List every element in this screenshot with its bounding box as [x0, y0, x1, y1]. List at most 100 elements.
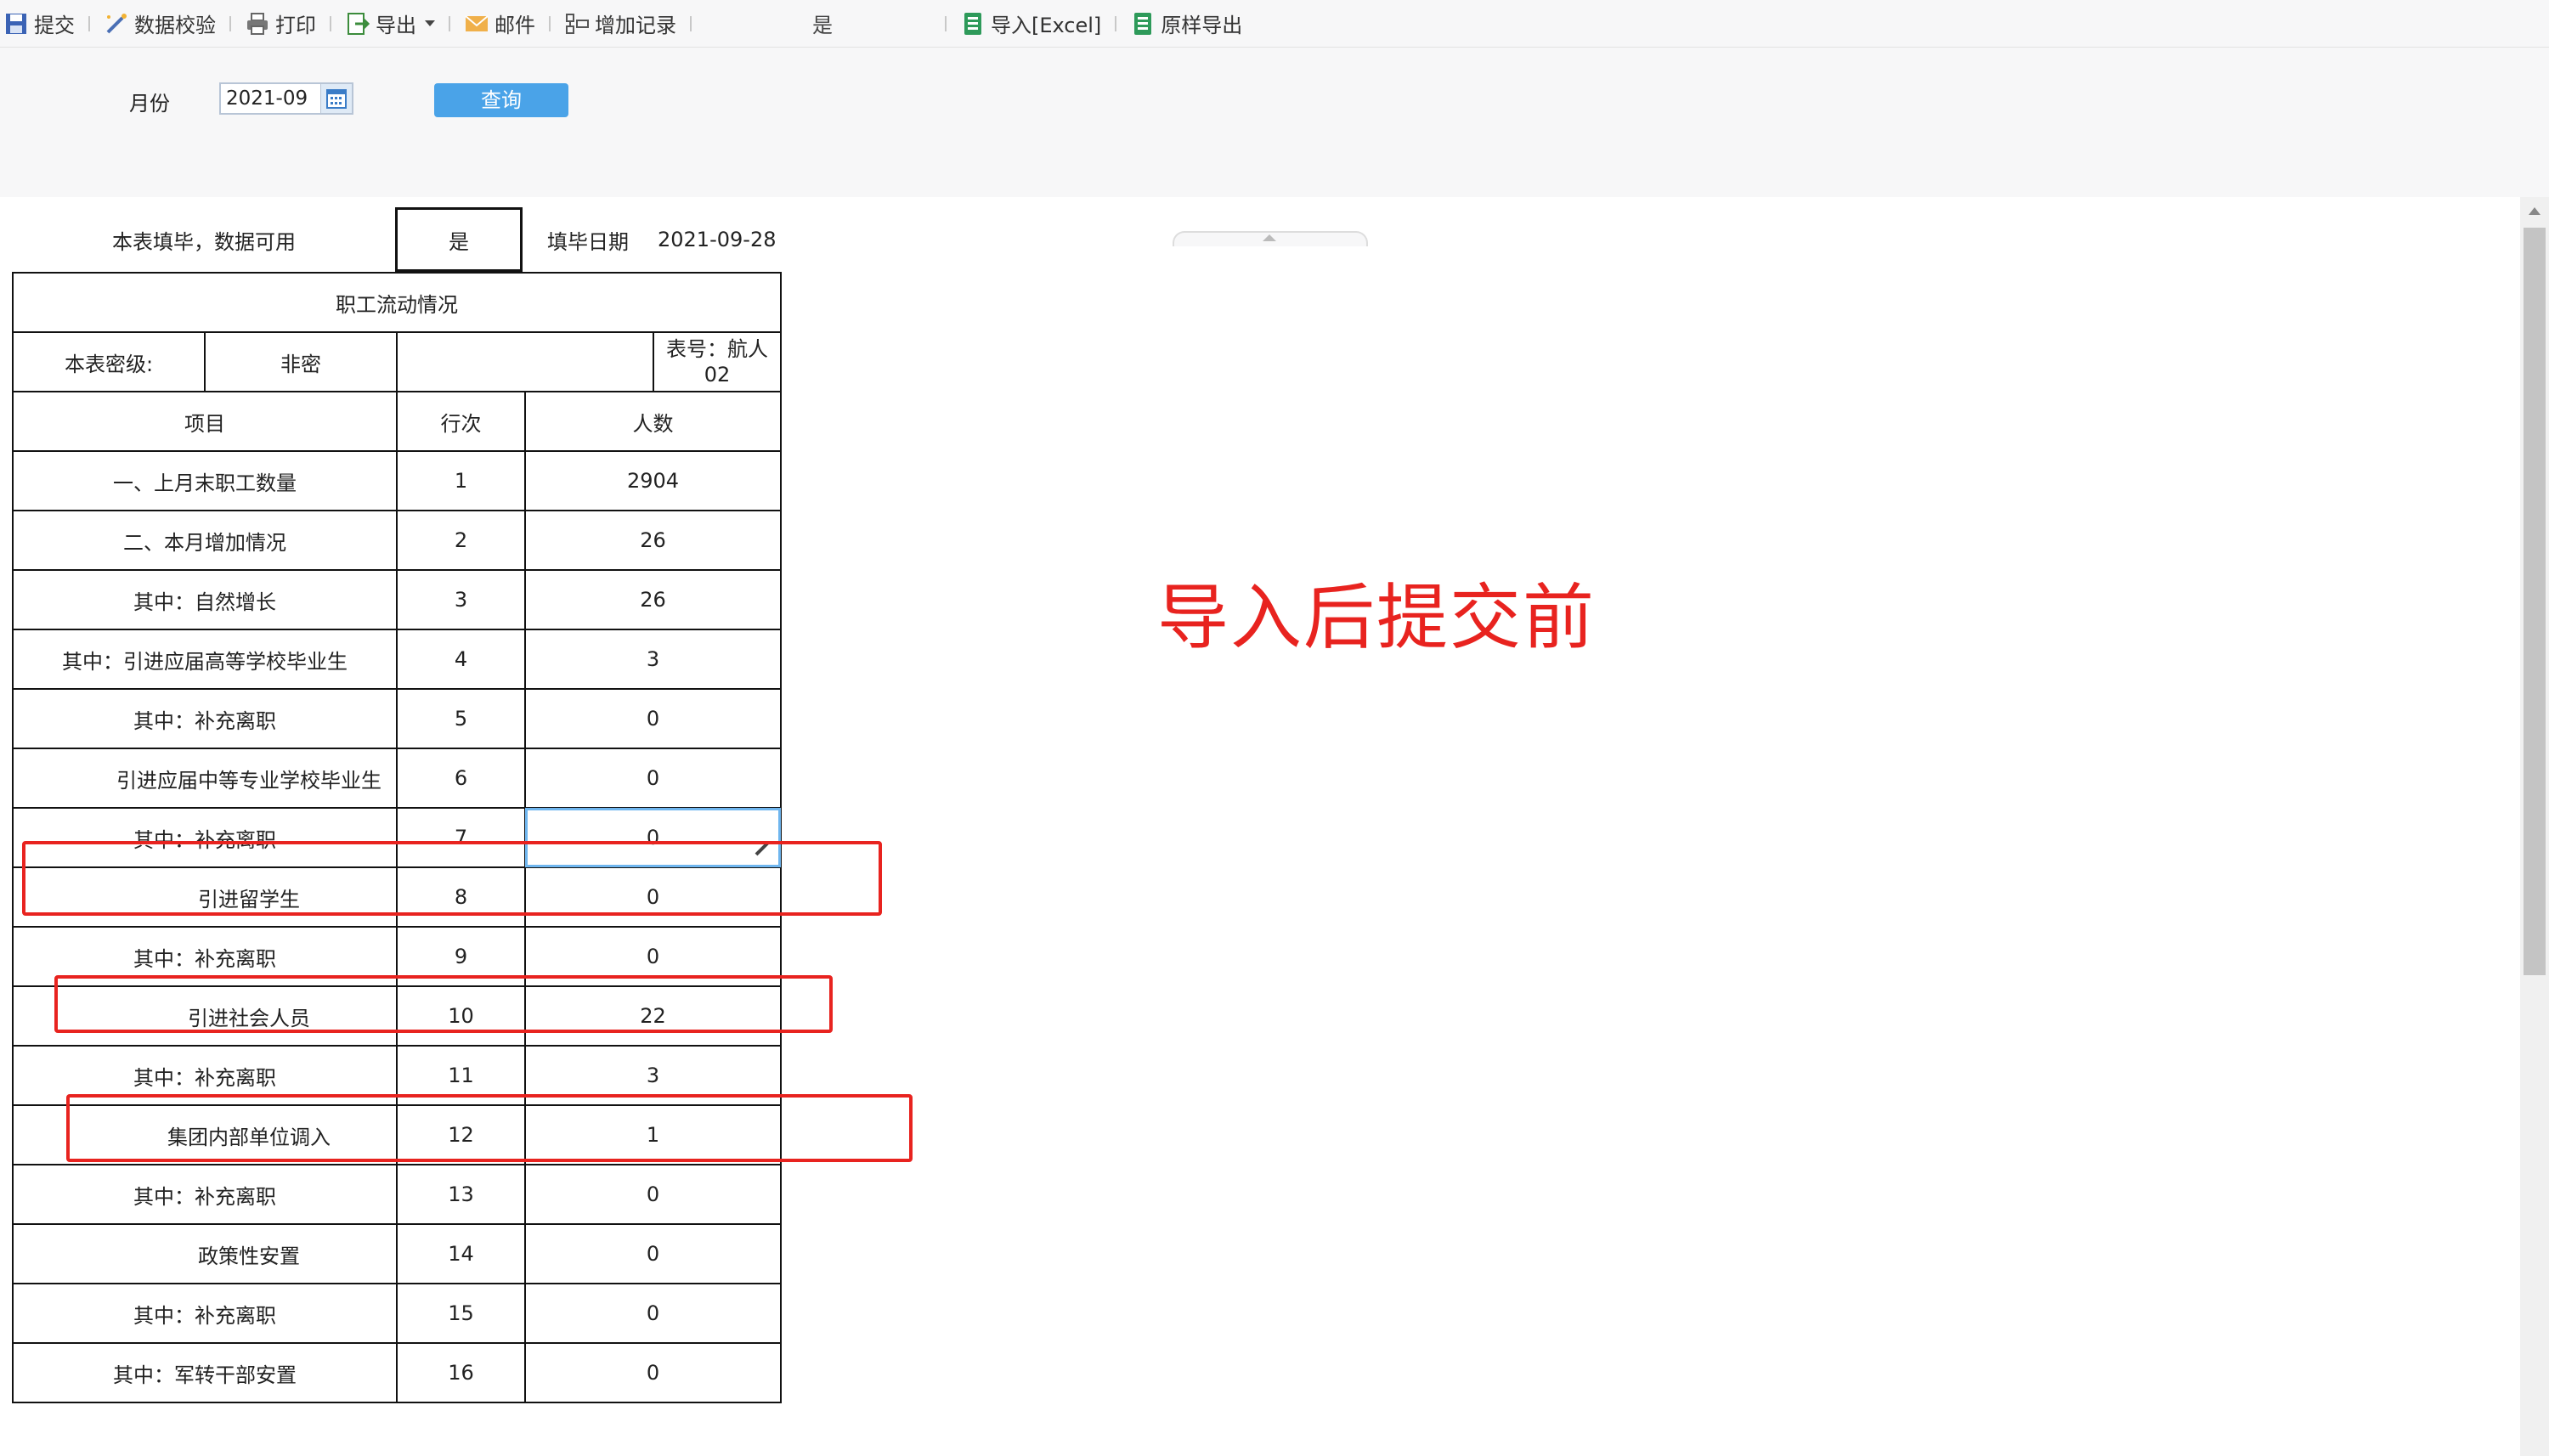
row-number: 16 [396, 1342, 526, 1403]
scrollbar-thumb[interactable] [2524, 228, 2546, 975]
annotation-box [22, 841, 882, 916]
table-row: 其中：军转干部安置 16 0 [12, 1342, 782, 1403]
add-record-button[interactable]: 增加记录 [561, 0, 680, 47]
mail-button[interactable]: 邮件 [461, 0, 539, 47]
submit-label: 提交 [34, 14, 75, 37]
validate-label: 数据校验 [134, 14, 216, 37]
toolbar-divider [549, 15, 551, 31]
save-icon [6, 13, 26, 34]
add-record-label: 增加记录 [595, 14, 676, 37]
wand-icon [106, 13, 127, 33]
table-number-line2: 02 [704, 363, 731, 387]
row-count-cell[interactable]: 0 [524, 748, 782, 809]
form-done-value[interactable]: 是 [395, 207, 523, 272]
import-excel-button[interactable]: 导入[Excel] [957, 0, 1105, 47]
row-item: 其中：自然增长 [12, 569, 398, 630]
printer-icon [247, 12, 268, 35]
print-label: 打印 [275, 14, 316, 37]
import-excel-label: 导入[Excel] [991, 14, 1102, 37]
table-row: 二、本月增加情况 2 26 [12, 510, 782, 571]
row-number: 1 [396, 450, 526, 511]
month-label: 月份 [129, 92, 170, 116]
table-row: 一、上月末职工数量 1 2904 [12, 450, 782, 511]
toolbar-divider [449, 15, 450, 31]
export-label: 导出 [376, 14, 416, 37]
form-done-label: 本表填毕，数据可用 [112, 229, 296, 254]
row-count-cell[interactable]: 0 [524, 1164, 782, 1225]
table-meta-row: 本表密级: 非密 表号：航人 02 [12, 331, 782, 392]
month-value: 2021-09 [226, 87, 308, 110]
row-item: 其中：补充离职 [12, 1283, 398, 1344]
query-button[interactable]: 查询 [434, 83, 568, 117]
row-item: 其中：引进应届高等学校毕业生 [12, 629, 398, 690]
table-row: 其中：引进应届高等学校毕业生 4 3 [12, 629, 782, 690]
table-header-row: 项目 行次 人数 [12, 391, 782, 452]
meta-empty-cell [396, 331, 654, 392]
excel-icon [1134, 12, 1152, 35]
row-number: 13 [396, 1164, 526, 1225]
row-item: 引进应届中等专业学校毕业生 [12, 748, 398, 809]
fill-date-value: 2021-09-28 [658, 228, 777, 251]
annotation-box [66, 1094, 913, 1162]
mail-icon [465, 14, 489, 31]
table-row: 其中：补充离职 15 0 [12, 1283, 782, 1344]
raw-export-button[interactable]: 原样导出 [1127, 0, 1246, 47]
add-record-icon [566, 13, 589, 34]
column-header-count: 人数 [524, 391, 782, 452]
toolbar-divider [690, 15, 692, 31]
table-row: 政策性安置 14 0 [12, 1223, 782, 1284]
row-item: 一、上月末职工数量 [12, 450, 398, 511]
row-count-cell[interactable]: 2904 [524, 450, 782, 511]
toolbar: 提交 数据校验 打印 导出 邮件 增加记录 是 导入[Excel] 原样导出 [0, 0, 2549, 48]
row-count-cell[interactable]: 0 [524, 1223, 782, 1284]
export-dropdown[interactable]: 导出 [342, 0, 438, 47]
table-row: 其中：自然增长 3 26 [12, 569, 782, 630]
table-number-line1: 表号：航人 [666, 337, 768, 361]
row-item: 其中：补充离职 [12, 1164, 398, 1225]
row-count-cell[interactable]: 26 [524, 569, 782, 630]
table-number: 表号：航人 02 [653, 331, 782, 392]
raw-export-label: 原样导出 [1161, 14, 1243, 37]
row-item: 其中：补充离职 [12, 688, 398, 749]
print-button[interactable]: 打印 [241, 0, 319, 47]
row-count-cell[interactable]: 0 [524, 1283, 782, 1344]
row-number: 4 [396, 629, 526, 690]
calendar-icon [326, 89, 347, 109]
month-input[interactable]: 2021-09 [219, 82, 353, 115]
excel-icon [964, 12, 981, 35]
row-item: 政策性安置 [12, 1223, 398, 1284]
toolbar-divider [1115, 15, 1117, 31]
toolbar-divider [330, 15, 331, 31]
chevron-down-icon [425, 20, 435, 26]
toolbar-status-value: 是 [812, 14, 833, 37]
secrecy-value: 非密 [204, 331, 398, 392]
export-icon [348, 12, 370, 35]
table-title: 职工流动情况 [12, 272, 782, 333]
row-count-cell[interactable]: 3 [524, 629, 782, 690]
toolbar-divider [229, 15, 231, 31]
annotation-title: 导入后提交前 [1157, 576, 1597, 659]
row-number: 3 [396, 569, 526, 630]
annotation-box [54, 975, 833, 1033]
calendar-button[interactable] [320, 84, 352, 113]
row-count-cell[interactable]: 0 [524, 1342, 782, 1403]
vertical-scrollbar[interactable] [2520, 197, 2549, 1456]
row-number: 14 [396, 1223, 526, 1284]
report-table: 职工流动情况 本表密级: 非密 表号：航人 02 项目 行次 人数 一、上月末职… [12, 272, 782, 1403]
table-title-row: 职工流动情况 [12, 272, 782, 333]
table-row: 其中：补充离职 5 0 [12, 688, 782, 749]
row-item: 二、本月增加情况 [12, 510, 398, 571]
validate-button[interactable]: 数据校验 [100, 0, 219, 47]
row-number: 15 [396, 1283, 526, 1344]
row-count-cell[interactable]: 0 [524, 688, 782, 749]
toolbar-divider [88, 15, 90, 31]
toolbar-divider [945, 15, 947, 31]
query-panel: 月份 2021-09 查询 [0, 48, 2549, 246]
row-count-cell[interactable]: 26 [524, 510, 782, 571]
row-item: 其中：军转干部安置 [12, 1342, 398, 1403]
table-row: 其中：补充离职 13 0 [12, 1164, 782, 1225]
scroll-up-arrow-icon[interactable] [2529, 207, 2541, 215]
collapse-panel-toggle[interactable] [1173, 231, 1368, 246]
secrecy-label: 本表密级: [12, 331, 206, 392]
submit-button[interactable]: 提交 [0, 0, 78, 47]
